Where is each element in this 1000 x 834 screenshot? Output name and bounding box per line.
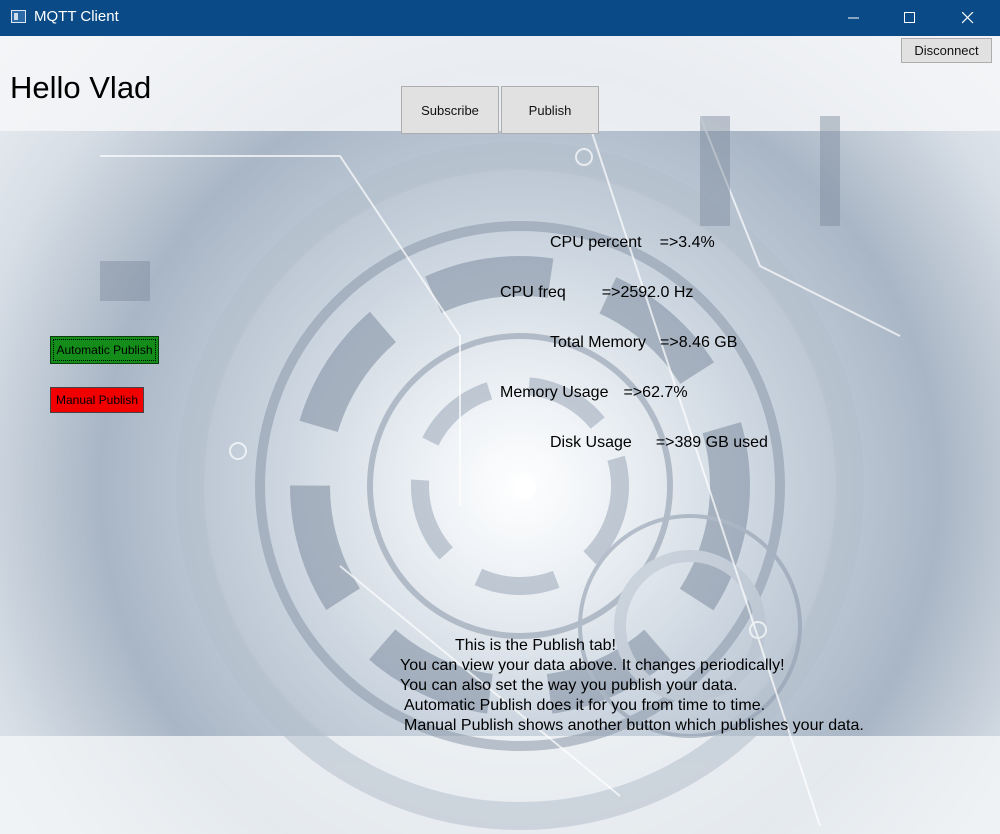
total-memory-label: Total Memory (550, 334, 647, 351)
info-line: Manual Publish shows another button whic… (404, 717, 864, 734)
info-line: Automatic Publish does it for you from t… (404, 697, 766, 714)
cpu-percent-value: =>3.4% (659, 234, 715, 251)
memory-usage-stat: Memory Usage =>62.7% (500, 384, 688, 402)
minimize-button[interactable] (831, 0, 877, 36)
memory-usage-value: =>62.7% (623, 384, 688, 401)
greeting-heading: Hello Vlad (10, 70, 152, 105)
cpu-freq-label: CPU freq (500, 284, 566, 301)
disk-usage-stat: Disk Usage =>389 GB used (550, 434, 768, 452)
disk-usage-label: Disk Usage (550, 434, 632, 451)
cpu-freq-value: =>2592.0 Hz (601, 284, 694, 301)
manual-publish-button[interactable]: Manual Publish (50, 387, 144, 413)
info-line: This is the Publish tab! (455, 637, 616, 654)
tab-subscribe[interactable]: Subscribe (401, 86, 499, 134)
automatic-publish-button[interactable]: Automatic Publish (50, 336, 159, 364)
cpu-percent-stat: CPU percent =>3.4% (550, 234, 715, 252)
maximize-icon (904, 12, 915, 23)
maximize-button[interactable] (887, 0, 933, 36)
app-window-icon (11, 10, 26, 23)
close-button[interactable] (945, 0, 991, 36)
cpu-freq-stat: CPU freq =>2592.0 Hz (500, 284, 693, 302)
disconnect-button[interactable]: Disconnect (901, 38, 992, 63)
tab-publish[interactable]: Publish (501, 86, 599, 134)
disk-usage-value: =>389 GB used (655, 434, 768, 451)
close-icon (962, 12, 974, 24)
window-title: MQTT Client (34, 8, 119, 25)
main-canvas: Disconnect Hello Vlad Subscribe Publish … (0, 36, 1000, 834)
title-bar: MQTT Client (0, 0, 1000, 36)
minimize-icon (848, 17, 859, 19)
info-line: You can also set the way you publish you… (400, 677, 738, 694)
total-memory-stat: Total Memory =>8.46 GB (550, 334, 737, 352)
memory-usage-label: Memory Usage (500, 384, 609, 401)
total-memory-value: =>8.46 GB (660, 334, 738, 351)
cpu-percent-label: CPU percent (550, 234, 642, 251)
info-line: You can view your data above. It changes… (400, 657, 785, 674)
